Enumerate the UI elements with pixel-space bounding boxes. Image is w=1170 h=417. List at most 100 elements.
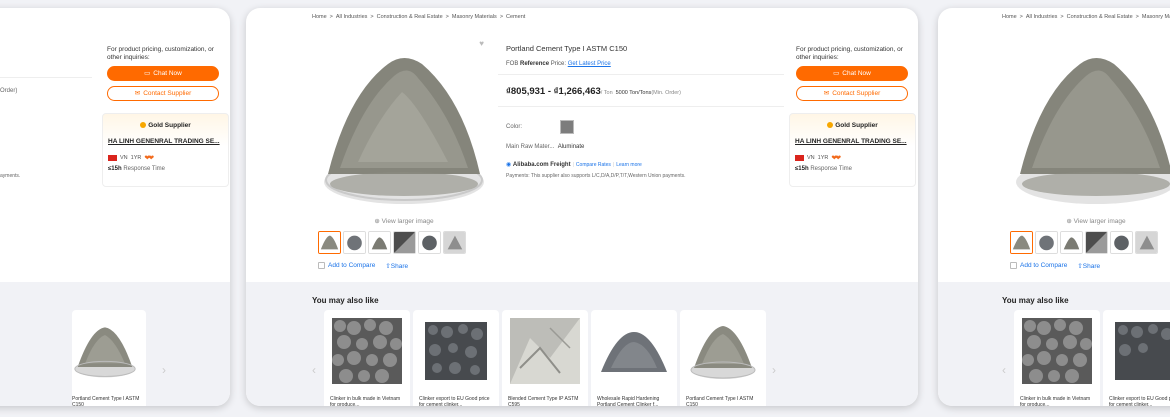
contact-supplier-button[interactable]: ✉ Contact Supplier bbox=[796, 85, 908, 101]
breadcrumb-construction[interactable]: Construction & Real Estate bbox=[377, 14, 443, 20]
divider bbox=[0, 77, 92, 78]
thumbnail-6[interactable] bbox=[1135, 231, 1158, 254]
vietnam-flag-icon bbox=[795, 155, 804, 161]
breadcrumb: Home > All Industries > Construction & Real … bbox=[1002, 14, 1170, 20]
raw-material-row: Main Raw Mater... Aluminate bbox=[506, 144, 585, 150]
rec-card-1[interactable]: Clinker in bulk made in Vietnam for prod… bbox=[1014, 310, 1100, 406]
rapid-hardening-clinker-image bbox=[599, 318, 669, 384]
contact-supplier-button[interactable]: ✉ Contact Supplier bbox=[107, 85, 219, 101]
favorite-heart-icon[interactable]: ♥ bbox=[479, 39, 484, 48]
rec-name-2[interactable]: Clinker export to EU Good price for ceme… bbox=[1109, 396, 1170, 406]
prev-arrow-icon[interactable]: ‹ bbox=[1002, 363, 1006, 377]
chat-now-button[interactable]: ▭ Chat Now bbox=[796, 65, 908, 81]
rec-image-2[interactable] bbox=[1111, 318, 1170, 384]
clinker-image bbox=[332, 318, 402, 384]
thumbnail-strip bbox=[1010, 231, 1158, 254]
share-link[interactable]: ⇧Share bbox=[385, 262, 408, 270]
thumbnail-6[interactable] bbox=[443, 231, 466, 254]
rec-image-2[interactable] bbox=[421, 318, 491, 384]
rec-name-4[interactable]: Wholesale Rapid Hardening Portland Cemen… bbox=[597, 396, 673, 406]
gold-supplier-badge: Gold Supplier bbox=[790, 122, 915, 129]
thumbnail-4[interactable] bbox=[1085, 231, 1108, 254]
payments-text: Payments: This supplier also supports L/… bbox=[506, 173, 686, 179]
add-to-compare[interactable]: Add to Compare bbox=[318, 262, 375, 270]
thumbnail-2[interactable] bbox=[1035, 231, 1058, 254]
thumbnail-2[interactable] bbox=[343, 231, 366, 254]
breadcrumb-masonry[interactable]: Masonry Materials bbox=[452, 14, 497, 20]
view-larger-link[interactable]: ⊕ View larger image bbox=[1010, 217, 1170, 225]
price-unit: / Ton bbox=[600, 90, 613, 96]
country-code: VN bbox=[120, 155, 128, 161]
rec-card-1[interactable]: Clinker in bulk made in Vietnam for prod… bbox=[324, 310, 410, 406]
breadcrumb-cement[interactable]: Cement bbox=[506, 14, 525, 20]
rec-image-4[interactable] bbox=[599, 318, 669, 384]
rec-name-3[interactable]: Blended Cement Type IP ASTM C595 bbox=[508, 396, 584, 406]
gold-supplier-badge: Gold Supplier bbox=[103, 122, 228, 129]
compare-share-row: Add to Compare ⇧Share bbox=[1010, 262, 1100, 270]
rec-card-4[interactable]: Wholesale Rapid Hardening Portland Cemen… bbox=[591, 310, 677, 406]
gold-badge-label: Gold Supplier bbox=[835, 122, 878, 129]
thumbnail-3[interactable] bbox=[368, 231, 391, 254]
chat-now-label: Chat Now bbox=[153, 69, 182, 77]
thumbnail-4[interactable] bbox=[393, 231, 416, 254]
rec-name-5[interactable]: Portland Cement Type I ASTM C150 bbox=[686, 396, 762, 406]
breadcrumb-all-industries[interactable]: All Industries bbox=[336, 14, 368, 20]
prev-arrow-icon[interactable]: ‹ bbox=[312, 363, 316, 377]
rating-hearts-icon: ❤❤ bbox=[831, 155, 841, 162]
get-latest-price-link[interactable]: Get Latest Price bbox=[568, 61, 611, 67]
add-to-compare[interactable]: Add to Compare bbox=[1010, 262, 1067, 270]
rec-card[interactable]: Portland Cement Type I ASTM C150 bbox=[72, 310, 146, 406]
main-product-image[interactable] bbox=[1010, 34, 1170, 212]
supplier-name-link[interactable]: HA LINH GENENRAL TRADING SE... bbox=[108, 138, 220, 145]
inquiry-panel: For product pricing, customization, or o… bbox=[107, 46, 225, 101]
clinker-image bbox=[1022, 318, 1092, 384]
gold-badge-label: Gold Supplier bbox=[148, 122, 191, 129]
min-order: 5000 Ton/Tons(Min. Order) bbox=[615, 90, 681, 96]
rec-name-1[interactable]: Clinker in bulk made in Vietnam for prod… bbox=[1020, 396, 1096, 406]
divider bbox=[498, 106, 784, 107]
thumbnail-5[interactable] bbox=[1110, 231, 1133, 254]
rec-image-3[interactable] bbox=[510, 318, 580, 384]
thumbnail-1[interactable] bbox=[1010, 231, 1033, 254]
chat-now-button[interactable]: ▭ Chat Now bbox=[107, 65, 219, 81]
years-badge: 1YR bbox=[817, 155, 829, 161]
rec-card-5[interactable]: Portland Cement Type I ASTM C150 bbox=[680, 310, 766, 406]
gold-badge-icon bbox=[827, 122, 834, 129]
color-swatch-gray[interactable] bbox=[560, 120, 575, 134]
supplier-card[interactable]: Gold Supplier HA LINH GENENRAL TRADING S… bbox=[789, 113, 916, 187]
share-link[interactable]: ⇧Share bbox=[1077, 262, 1100, 270]
thumbnail-3[interactable] bbox=[1060, 231, 1083, 254]
rec-image-1[interactable] bbox=[1022, 318, 1092, 384]
product-title: Portland Cement Type I ASTM C150 bbox=[506, 44, 628, 53]
rec-image-1[interactable] bbox=[332, 318, 402, 384]
thumbnail-1[interactable] bbox=[318, 231, 341, 254]
next-arrow-icon[interactable]: › bbox=[162, 363, 166, 377]
supplier-card[interactable]: Gold Supplier HA LINH GENENRAL TRADING S… bbox=[102, 113, 229, 187]
contact-supplier-label: Contact Supplier bbox=[143, 89, 192, 97]
freight-row: ◉ Alibaba.com Freight | Compare Rates | Lear… bbox=[506, 162, 642, 168]
learn-more-link[interactable]: Learn more bbox=[616, 162, 642, 168]
rec-image[interactable] bbox=[72, 318, 138, 384]
blended-cement-image bbox=[510, 318, 580, 384]
view-larger-link[interactable]: ⊕ View larger image bbox=[318, 217, 490, 225]
divider bbox=[498, 74, 784, 75]
rec-image-5[interactable] bbox=[688, 318, 758, 384]
cement-powder-image bbox=[318, 34, 490, 212]
cement-dish-image bbox=[72, 319, 138, 383]
rec-card-3[interactable]: Blended Cement Type IP ASTM C595 bbox=[502, 310, 588, 406]
rec-name-2[interactable]: Clinker export to EU Good price for ceme… bbox=[419, 396, 495, 406]
next-arrow-icon[interactable]: › bbox=[772, 363, 776, 377]
view-larger-label: View larger image bbox=[381, 218, 434, 225]
rec-card-2[interactable]: Clinker export to EU Good price for ceme… bbox=[1103, 310, 1170, 406]
supplier-name-link[interactable]: HA LINH GENENRAL TRADING SE... bbox=[795, 138, 907, 145]
recommend-title: You may also like bbox=[1002, 296, 1069, 305]
rec-name[interactable]: Portland Cement Type I ASTM C150 bbox=[72, 396, 142, 406]
breadcrumb-home[interactable]: Home bbox=[312, 14, 327, 20]
main-product-image[interactable]: ♥ bbox=[318, 34, 490, 212]
rec-name-1[interactable]: Clinker in bulk made in Vietnam for prod… bbox=[330, 396, 406, 406]
thumbnail-5[interactable] bbox=[418, 231, 441, 254]
compare-rates-link[interactable]: Compare Rates bbox=[576, 162, 611, 168]
cement-powder-image bbox=[1010, 34, 1170, 212]
compare-checkbox[interactable] bbox=[318, 262, 325, 270]
rec-card-2[interactable]: Clinker export to EU Good price for ceme… bbox=[413, 310, 499, 406]
